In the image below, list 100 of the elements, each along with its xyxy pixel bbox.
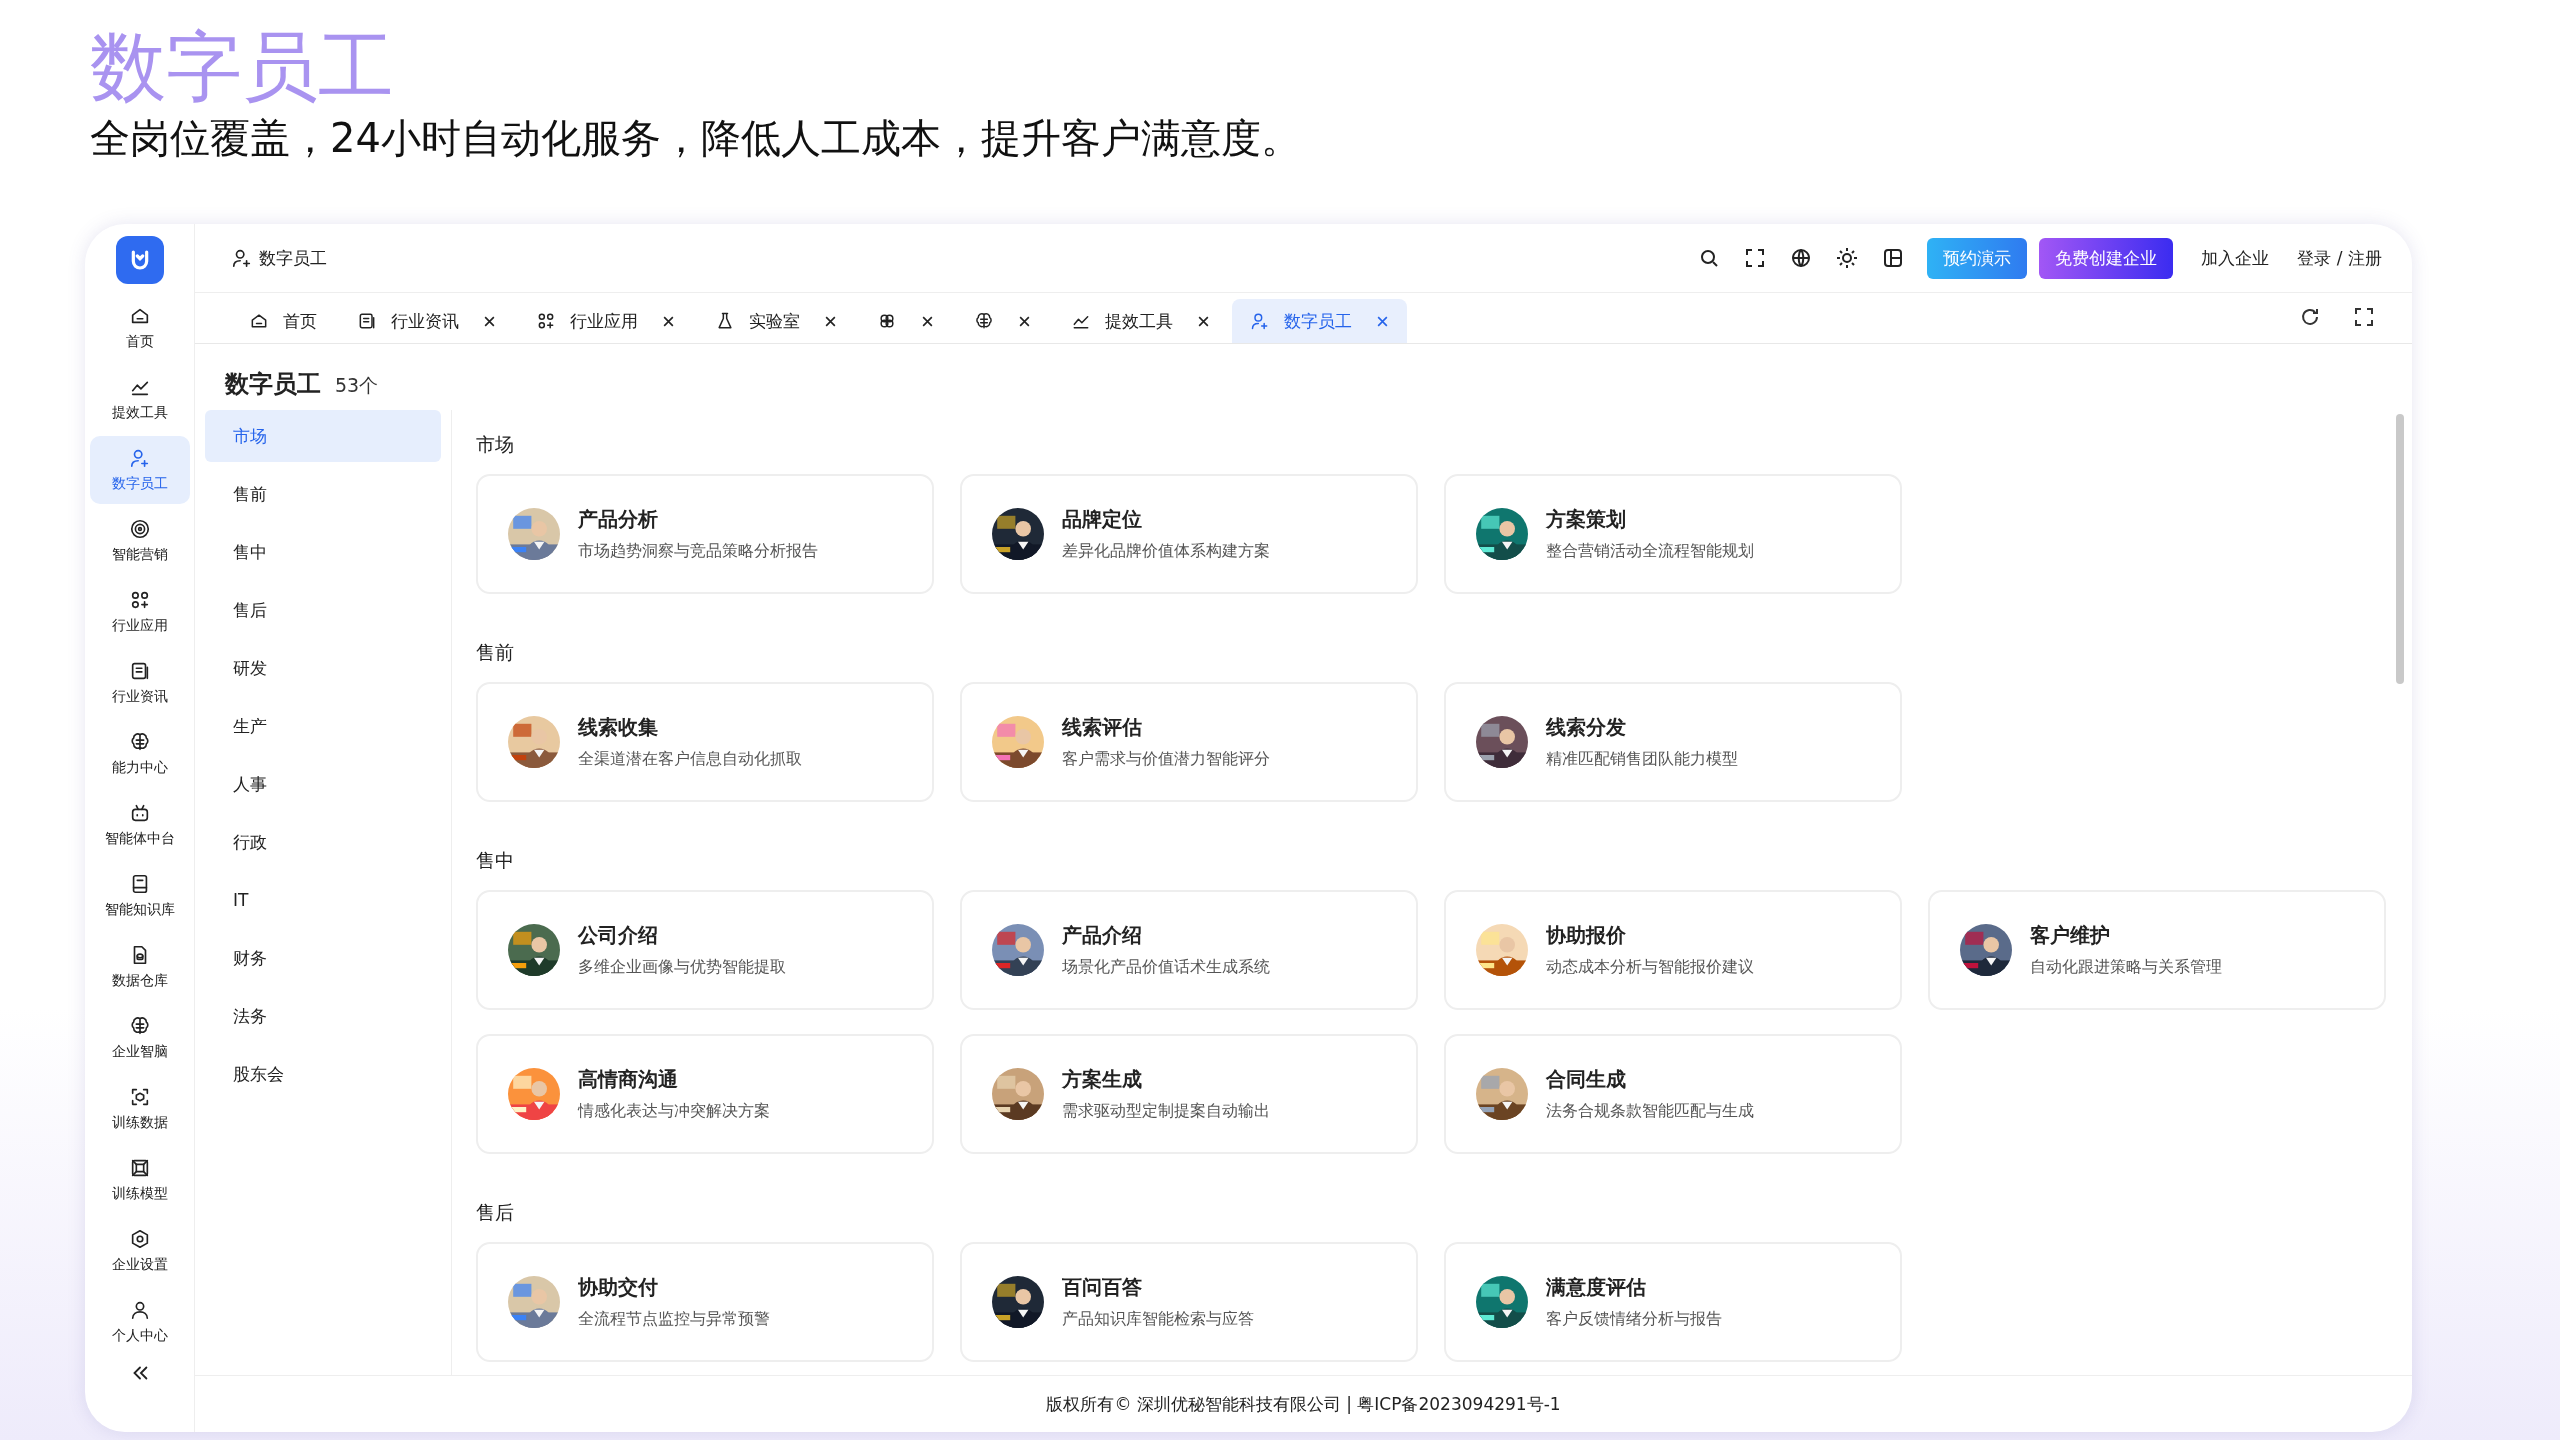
employee-card[interactable]: 品牌定位 差异化品牌价值体系构建方案 xyxy=(960,474,1418,594)
close-icon[interactable] xyxy=(662,314,675,328)
category-item[interactable]: 财务 xyxy=(205,932,441,984)
sidebar-item[interactable]: 数据仓库 xyxy=(89,933,190,1001)
sidebar-item[interactable]: 行业资讯 xyxy=(89,649,190,717)
login-link[interactable]: 登录 / 注册 xyxy=(2297,246,2382,270)
category-item[interactable]: 生产 xyxy=(205,700,441,752)
sidebar-item[interactable]: 数字员工 xyxy=(89,436,190,504)
create-button[interactable]: 免费创建企业 xyxy=(2039,237,2174,279)
category-item[interactable]: 行政 xyxy=(205,816,441,868)
employee-card[interactable]: 百问百答 产品知识库智能检索与应答 xyxy=(960,1242,1418,1362)
tab[interactable]: 实验室 xyxy=(697,299,855,343)
card-title: 品牌定位 xyxy=(1062,506,1143,533)
category-item[interactable]: 售后 xyxy=(205,584,441,636)
sidebar-item[interactable]: 智能知识库 xyxy=(89,862,190,930)
employee-card[interactable]: 线索分发 精准匹配销售团队能力模型 xyxy=(1444,682,1902,802)
card-description: 产品知识库智能检索与应答 xyxy=(1062,1309,1254,1330)
page-title: 数字员工 xyxy=(225,369,321,400)
tab[interactable]: 首页 xyxy=(231,299,335,343)
section-title: 市场 xyxy=(476,432,515,457)
breadcrumb: 数字员工 xyxy=(231,246,327,270)
sidebar-item[interactable]: 首页 xyxy=(89,294,190,362)
card-description: 自动化跟进策略与关系管理 xyxy=(2030,957,2222,978)
card-description: 全渠道潜在客户信息自动化抓取 xyxy=(578,749,802,770)
employee-card[interactable]: 线索评估 客户需求与价值潜力智能评分 xyxy=(960,682,1418,802)
section-title: 售前 xyxy=(476,640,515,665)
category-item[interactable]: IT xyxy=(205,874,441,926)
close-icon[interactable] xyxy=(1197,314,1210,328)
sidebar-item[interactable]: 个人中心 xyxy=(89,1288,190,1356)
slide-title: 数字员工 xyxy=(90,22,395,112)
apps-icon xyxy=(536,311,556,331)
employee-card[interactable]: 公司介绍 多维企业画像与优势智能提取 xyxy=(476,890,934,1010)
card-title: 高情商沟通 xyxy=(578,1066,679,1093)
close-icon[interactable] xyxy=(824,314,837,328)
category-item[interactable]: 研发 xyxy=(205,642,441,694)
sidebar-item[interactable]: 企业设置 xyxy=(89,1217,190,1285)
brain-icon xyxy=(974,311,994,331)
add-user-icon xyxy=(128,447,151,469)
card-title: 方案生成 xyxy=(1062,1066,1143,1093)
card-description: 精准匹配销售团队能力模型 xyxy=(1546,749,1738,770)
brain-icon xyxy=(128,731,151,753)
card-description: 法务合规条款智能匹配与生成 xyxy=(1546,1101,1754,1122)
sidebar-item[interactable]: 提效工具 xyxy=(89,365,190,433)
category-item[interactable]: 人事 xyxy=(205,758,441,810)
brain-icon xyxy=(128,1015,151,1037)
card-title: 方案策划 xyxy=(1546,506,1627,533)
category-item[interactable]: 售前 xyxy=(205,468,441,520)
slide-subtitle: 全岗位覆盖，24小时自动化服务，降低人工成本，提升客户满意度。 xyxy=(90,114,1302,163)
sidebar-item[interactable]: 智能体中台 xyxy=(89,791,190,859)
employee-card[interactable]: 协助报价 动态成本分析与智能报价建议 xyxy=(1444,890,1902,1010)
sidebar-item[interactable]: 能力中心 xyxy=(89,720,190,788)
item-count: 53个 xyxy=(335,373,379,398)
employee-card[interactable]: 客户维护 自动化跟进策略与关系管理 xyxy=(1928,890,2386,1010)
employee-card[interactable]: 满意度评估 客户反馈情绪分析与报告 xyxy=(1444,1242,1902,1362)
card-title: 线索分发 xyxy=(1546,714,1627,741)
scrollbar[interactable] xyxy=(2396,414,2404,684)
add-user-icon xyxy=(1250,311,1270,331)
sun-icon[interactable] xyxy=(1835,246,1860,270)
sidebar-item[interactable]: 智能营销 xyxy=(89,507,190,575)
close-icon[interactable] xyxy=(1018,314,1031,328)
card-title: 产品介绍 xyxy=(1062,922,1143,949)
document-icon xyxy=(357,311,377,331)
section-title: 售中 xyxy=(476,848,515,873)
section-title: 售后 xyxy=(476,1200,515,1225)
category-item[interactable]: 股东会 xyxy=(205,1048,441,1100)
card-description: 差异化品牌价值体系构建方案 xyxy=(1062,541,1270,562)
tab[interactable]: 行业资讯 xyxy=(339,299,514,343)
fullscreen-icon[interactable] xyxy=(2352,305,2376,329)
sidebar-item[interactable]: 企业智脑 xyxy=(89,1004,190,1072)
employee-card[interactable]: 线索收集 全渠道潜在客户信息自动化抓取 xyxy=(476,682,934,802)
employee-card[interactable]: 方案策划 整合营销活动全流程智能规划 xyxy=(1444,474,1902,594)
app-logo xyxy=(115,236,164,284)
category-item[interactable]: 售中 xyxy=(205,526,441,578)
footer-text: 版权所有© 深圳优秘智能科技有限公司 | 粤ICP备2023094291号-1 xyxy=(195,1375,2412,1432)
employee-card[interactable]: 协助交付 全流程节点监控与异常预警 xyxy=(476,1242,934,1362)
sidebar-item[interactable]: 行业应用 xyxy=(89,578,190,646)
join-link[interactable]: 加入企业 xyxy=(2201,246,2270,270)
category-item[interactable]: 市场 xyxy=(205,410,441,462)
close-icon[interactable] xyxy=(483,314,496,328)
tab[interactable]: 数字员工 xyxy=(1232,299,1407,343)
card-description: 需求驱动型定制提案自动输出 xyxy=(1062,1101,1270,1122)
category-item[interactable]: 法务 xyxy=(205,990,441,1042)
card-description: 多维企业画像与优势智能提取 xyxy=(578,957,786,978)
employee-card[interactable]: 产品介绍 场景化产品价值话术生成系统 xyxy=(960,890,1418,1010)
tab[interactable]: 行业应用 xyxy=(518,299,693,343)
tab[interactable]: 提效工具 xyxy=(1053,299,1228,343)
target-icon xyxy=(128,518,151,540)
card-description: 情感化表达与冲突解决方案 xyxy=(578,1101,770,1122)
employee-card[interactable]: 合同生成 法务合规条款智能匹配与生成 xyxy=(1444,1034,1902,1154)
card-title: 产品分析 xyxy=(578,506,659,533)
sidebar-item[interactable]: 训练数据 xyxy=(89,1075,190,1143)
close-icon[interactable] xyxy=(921,314,934,328)
card-description: 市场趋势洞察与竞品策略分析报告 xyxy=(578,541,818,562)
card-title: 协助报价 xyxy=(1546,922,1627,949)
sidebar-item[interactable]: 训练模型 xyxy=(89,1146,190,1214)
employee-card[interactable]: 高情商沟通 情感化表达与冲突解决方案 xyxy=(476,1034,934,1154)
card-title: 线索评估 xyxy=(1062,714,1143,741)
employee-card[interactable]: 方案生成 需求驱动型定制提案自动输出 xyxy=(960,1034,1418,1154)
employee-card[interactable]: 产品分析 市场趋势洞察与竞品策略分析报告 xyxy=(476,474,934,594)
card-title: 百问百答 xyxy=(1062,1274,1143,1301)
